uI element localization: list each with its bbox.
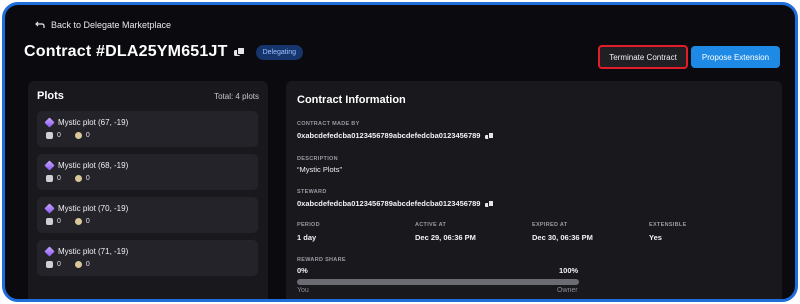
plot-stat-a: 0 — [57, 132, 61, 139]
steward-address: 0xabcdefedcba0123456789abcdefedcba012345… — [297, 199, 481, 208]
plot-name: Mystic plot (71, -19) — [58, 247, 129, 256]
steward-label: STEWARD — [297, 189, 327, 195]
reward-share-label: REWARD SHARE — [297, 257, 346, 263]
period-value: 1 day — [297, 233, 317, 242]
reward-max-value: 100% — [559, 266, 579, 275]
plot-card[interactable]: Mystic plot (70, -19) 0 0 — [37, 197, 258, 233]
plot-stat-b: 0 — [85, 132, 90, 139]
plot-stats: 0 0 — [46, 175, 90, 182]
app-window: Back to Delegate Marketplace Contract #D… — [2, 2, 798, 302]
plots-panel: Plots Total: 4 plots Mystic plot (67, -1… — [28, 81, 268, 299]
steward-value: 0xabcdefedcba0123456789abcdefedcba012345… — [297, 199, 495, 208]
extensible-value: Yes — [649, 233, 662, 242]
plots-total: Total: 4 plots — [214, 92, 259, 101]
expired-at-value: Dec 30, 06:36 PM — [532, 233, 593, 242]
plot-card[interactable]: Mystic plot (68, -19) 0 0 — [37, 154, 258, 190]
back-arrow-icon — [35, 21, 45, 28]
reward-you-label: You — [297, 287, 309, 294]
reward-min-value: 0% — [297, 266, 308, 275]
stat-a-icon — [46, 218, 53, 225]
title-row: Contract #DLA25YM651JT Delegating — [24, 43, 304, 61]
copy-icon[interactable] — [233, 47, 245, 57]
expired-at-label: EXPIRED AT — [532, 222, 568, 228]
reward-share-bar — [297, 279, 579, 285]
description-label: DESCRIPTION — [297, 156, 338, 162]
stat-a-icon — [46, 261, 53, 268]
made-by-value: 0xabcdefedcba0123456789abcdefedcba012345… — [297, 131, 495, 140]
reward-owner-label: Owner — [557, 287, 578, 294]
description-value: “Mystic Plots” — [297, 165, 342, 174]
contract-info-panel: Contract Information CONTRACT MADE BY 0x… — [286, 81, 782, 299]
copy-icon[interactable] — [485, 200, 495, 207]
contract-info-heading: Contract Information — [297, 94, 406, 106]
plots-heading: Plots — [37, 90, 64, 102]
terminate-contract-button[interactable]: Terminate Contract — [598, 45, 688, 69]
copy-icon[interactable] — [485, 132, 495, 139]
plot-stats: 0 0 — [46, 132, 90, 139]
extensible-label: EXTENSIBLE — [649, 222, 687, 228]
plot-stat-b: 0 — [85, 175, 90, 182]
made-by-label: CONTRACT MADE BY — [297, 121, 360, 127]
stat-b-icon — [74, 261, 82, 268]
status-badge: Delegating — [255, 44, 304, 60]
plot-stat-b: 0 — [85, 261, 90, 268]
plot-name-row: Mystic plot (70, -19) — [44, 203, 129, 214]
mystic-cube-icon — [44, 203, 55, 214]
back-link[interactable]: Back to Delegate Marketplace — [35, 20, 171, 30]
propose-extension-button[interactable]: Propose Extension — [691, 46, 780, 68]
plot-stat-a: 0 — [57, 218, 61, 225]
plot-name: Mystic plot (68, -19) — [58, 161, 129, 170]
mystic-cube-icon — [44, 246, 55, 257]
made-by-address: 0xabcdefedcba0123456789abcdefedcba012345… — [297, 131, 481, 140]
plot-name-row: Mystic plot (68, -19) — [44, 160, 129, 171]
stat-b-icon — [74, 132, 82, 139]
active-at-value: Dec 29, 06:36 PM — [415, 233, 476, 242]
page-title: Contract #DLA25YM651JT — [24, 43, 228, 60]
mystic-cube-icon — [44, 117, 55, 128]
stat-b-icon — [74, 218, 82, 225]
plot-name: Mystic plot (67, -19) — [58, 118, 129, 127]
plot-stat-a: 0 — [57, 175, 61, 182]
stat-b-icon — [74, 175, 82, 182]
plot-name: Mystic plot (70, -19) — [58, 204, 129, 213]
plot-stat-a: 0 — [57, 261, 61, 268]
active-at-label: ACTIVE AT — [415, 222, 447, 228]
plot-card[interactable]: Mystic plot (71, -19) 0 0 — [37, 240, 258, 276]
plot-name-row: Mystic plot (71, -19) — [44, 246, 129, 257]
plot-stats: 0 0 — [46, 261, 90, 268]
plot-card[interactable]: Mystic plot (67, -19) 0 0 — [37, 111, 258, 147]
period-label: PERIOD — [297, 222, 320, 228]
plot-stats: 0 0 — [46, 218, 90, 225]
stat-a-icon — [46, 175, 53, 182]
stat-a-icon — [46, 132, 53, 139]
plot-stat-b: 0 — [85, 218, 90, 225]
back-link-label: Back to Delegate Marketplace — [51, 20, 172, 30]
plot-name-row: Mystic plot (67, -19) — [44, 117, 129, 128]
mystic-cube-icon — [44, 160, 55, 171]
